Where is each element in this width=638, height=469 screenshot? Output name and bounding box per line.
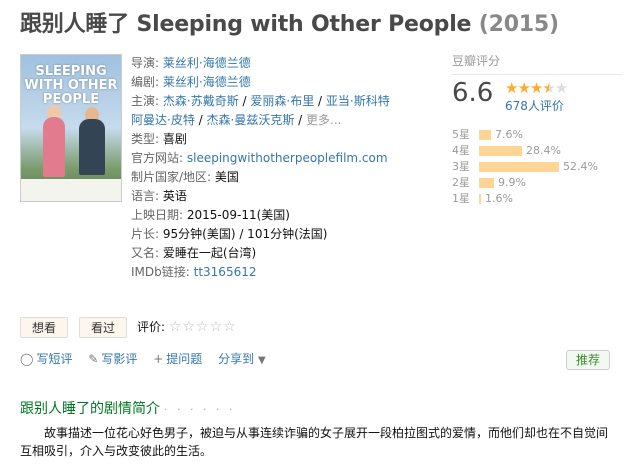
poster-footer: [21, 179, 121, 201]
info-site: 官方网站: sleepingwithotherpeoplefilm.com: [131, 151, 388, 165]
rating-bar: [479, 146, 522, 156]
star-icon: ★: [505, 79, 519, 97]
rating-bar: [479, 162, 559, 172]
cast-link[interactable]: 杰森·苏戴奇斯: [163, 94, 239, 108]
watched-button[interactable]: 看过: [79, 317, 127, 338]
rating-bar: [479, 194, 481, 204]
rating-row: 2星 9.9%: [452, 176, 526, 189]
rating-votes-link[interactable]: 678人评价: [505, 97, 564, 114]
rating-score: 6.6: [452, 78, 494, 108]
write-review-button[interactable]: ✎ 写影评: [88, 352, 137, 366]
title-en: Sleeping with Other People: [136, 12, 472, 37]
star-icon: ★: [517, 79, 531, 97]
info-genre: 类型: 喜剧: [131, 132, 187, 146]
rating-label: 豆瓣评分: [452, 52, 622, 75]
official-site-link[interactable]: sleepingwithotherpeoplefilm.com: [187, 151, 388, 165]
info-cast-cont: 阿曼达·皮特 / 杰森·曼兹沃克斯 / 更多...: [131, 113, 342, 127]
rating-row: 4星 28.4%: [452, 144, 561, 157]
rating-bar: [479, 178, 494, 188]
imdb-link[interactable]: tt3165612: [194, 265, 257, 279]
info-cast: 主演: 杰森·苏戴奇斯 / 爱丽森·布里 / 亚当·斯科特: [131, 94, 390, 108]
rate-star-icon[interactable]: ☆: [196, 319, 210, 335]
share-dropdown[interactable]: 分享到 ▼: [218, 352, 266, 366]
info-language: 语言: 英语: [131, 189, 187, 203]
info-country: 制片国家/地区: 美国: [131, 170, 239, 184]
movie-info: 导演: 莱丝利·海德兰德 编剧: 莱丝利·海德兰德 主演: 杰森·苏戴奇斯 / …: [131, 54, 390, 282]
info-release: 上映日期: 2015-09-11(美国): [131, 208, 290, 222]
plus-icon: +: [153, 352, 164, 366]
rating-bar: [479, 130, 491, 140]
info-aka: 又名: 爱睡在一起(台湾): [131, 246, 257, 260]
ask-question-button[interactable]: + 提问题: [153, 352, 202, 366]
recommend-button[interactable]: 推荐: [566, 350, 610, 370]
poster-title: SLEEPING WITH OTHER PEOPLE: [24, 64, 118, 107]
chevron-down-icon: ▼: [257, 355, 266, 366]
star-icon: ★: [529, 79, 544, 97]
write-short-review-button[interactable]: ◯ 写短评: [20, 352, 72, 366]
rating-row: 3星 52.4%: [452, 160, 598, 173]
rate-star-icon[interactable]: ☆: [169, 319, 183, 335]
rating-row: 1星 1.6%: [452, 192, 513, 205]
rate-widget: 评价: ☆☆☆☆☆: [137, 317, 237, 338]
info-imdb: IMDb链接: tt3165612: [131, 265, 257, 279]
rate-label: 评价:: [137, 320, 166, 334]
poster-figure: [43, 117, 65, 177]
director-link[interactable]: 莱丝利·海德兰德: [163, 56, 251, 70]
star-icon: ★: [542, 79, 556, 97]
rate-star-icon[interactable]: ☆: [223, 319, 237, 335]
writer-link[interactable]: 莱丝利·海德兰德: [163, 75, 251, 89]
movie-poster[interactable]: SLEEPING WITH OTHER PEOPLE: [20, 54, 122, 202]
info-writer: 编剧: 莱丝利·海德兰德: [131, 75, 251, 89]
info-director: 导演: 莱丝利·海德兰德: [131, 56, 251, 70]
info-runtime: 片长: 95分钟(美国) / 101分钟(法国): [131, 227, 328, 241]
pencil-icon: ✎: [88, 352, 99, 366]
rating-row: 5星 7.6%: [452, 128, 523, 141]
title-cn: 跟别人睡了: [20, 12, 130, 37]
cast-link[interactable]: 阿曼达·皮特: [131, 113, 195, 127]
synopsis-title: 跟别人睡了的剧情简介 · · · · · ·: [20, 401, 236, 417]
rate-star-icon[interactable]: ☆: [182, 319, 196, 335]
rate-star-icon[interactable]: ☆: [210, 319, 224, 335]
cast-link[interactable]: 杰森·曼兹沃克斯: [207, 113, 295, 127]
want-to-watch-button[interactable]: 想看: [20, 317, 68, 338]
action-bar: ◯ 写短评 ✎ 写影评 + 提问题 分享到 ▼: [20, 350, 266, 370]
rating-distribution: 5星 7.6% 4星 28.4% 3星 52.4% 2星 9.9% 1星 1.6%: [452, 127, 622, 207]
cast-link[interactable]: 亚当·斯科特: [326, 94, 390, 108]
speech-bubble-icon: ◯: [20, 352, 34, 366]
cast-more-link[interactable]: 更多...: [306, 113, 341, 127]
rating-stars: ★★★★★: [505, 78, 569, 97]
page-title: 跟别人睡了 Sleeping with Other People (2015): [20, 10, 559, 40]
rating-panel: 豆瓣评分 6.6 ★★★★★ 678人评价 5星 7.6% 4星 28.4% 3星 5…: [452, 52, 622, 205]
cast-link[interactable]: 爱丽森·布里: [250, 94, 314, 108]
star-icon: ★: [554, 79, 569, 97]
title-year: (2015): [478, 12, 559, 37]
poster-figure: [79, 119, 105, 175]
synopsis-text: 故事描述一位花心好色男子，被迫与从事连续诈骗的女子展开一段柏拉图式的爱情，而他们…: [20, 426, 609, 458]
